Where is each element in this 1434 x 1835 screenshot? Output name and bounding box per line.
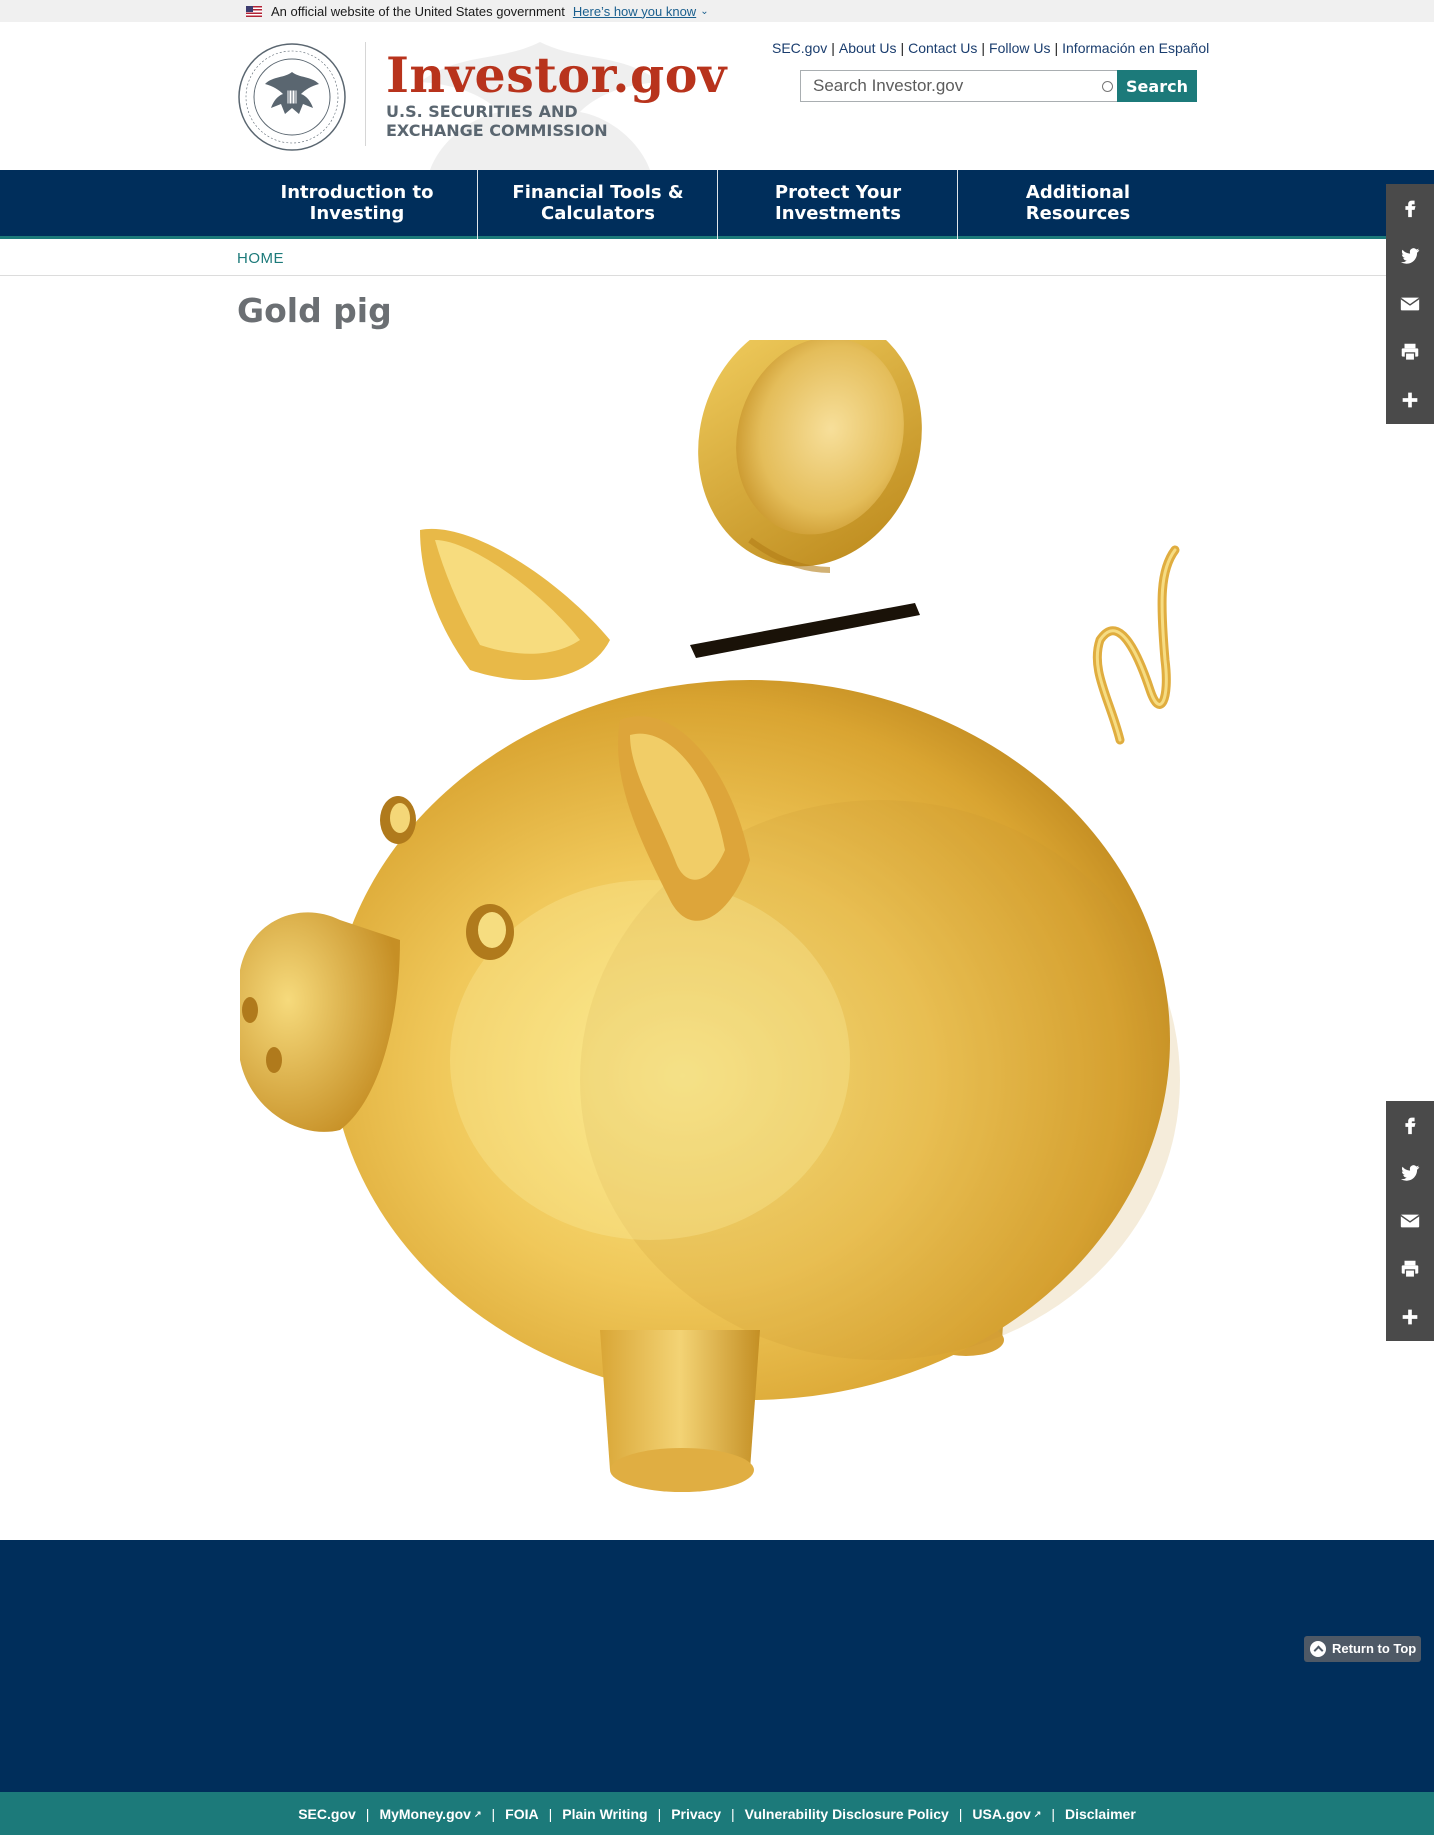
logo-sub-line1: U.S. SECURITIES AND [386,102,578,121]
site-logo-title[interactable]: Investor.gov [386,46,727,104]
facebook-icon[interactable] [1386,184,1434,232]
footer-links: SEC.gov | MyMoney.gov ↗ | FOIA | Plain Wr… [0,1792,1434,1835]
twitter-icon[interactable] [1386,232,1434,280]
plus-icon[interactable] [1386,1293,1434,1341]
footer-link-plain-writing[interactable]: Plain Writing [562,1806,647,1822]
nav-item-additional-resources[interactable]: Additional Resources [958,170,1198,236]
nav-item-protect-your-investments[interactable]: Protect Your Investments [718,170,958,236]
footer-link-disclaimer[interactable]: Disclaimer [1065,1806,1136,1822]
external-link-icon: ↗ [1033,1808,1042,1819]
footer-link-usa-gov[interactable]: USA.gov ↗ [972,1806,1041,1822]
util-link-sec-gov[interactable]: SEC.gov [772,40,827,56]
chevron-down-icon[interactable]: ⌄ [700,6,708,17]
plus-icon[interactable] [1386,376,1434,424]
logo-divider [365,42,366,146]
email-icon[interactable] [1386,1197,1434,1245]
facebook-icon[interactable] [1386,1101,1434,1149]
logo-sub-line2: EXCHANGE COMMISSION [386,121,608,140]
nav-item-financial-tools[interactable]: Financial Tools & Calculators [478,170,718,236]
site-logo-subtitle: U.S. SECURITIES AND EXCHANGE COMMISSION [386,102,608,140]
util-link-about-us[interactable]: About Us [839,40,897,56]
gov-banner: An official website of the United States… [0,0,1434,22]
footer-link-vulnerability-disclosure[interactable]: Vulnerability Disclosure Policy [745,1806,949,1822]
print-icon[interactable] [1386,328,1434,376]
utility-links: SEC.gov | About Us | Contact Us | Follow… [772,40,1210,56]
chevron-up-icon [1310,1641,1326,1657]
page-title: Gold pig [237,291,392,330]
us-flag-icon [246,5,262,17]
util-link-contact-us[interactable]: Contact Us [908,40,977,56]
share-bar-top [1386,184,1434,424]
sec-seal-icon [238,43,346,151]
email-icon[interactable] [1386,280,1434,328]
gold-piggy-bank-image [240,340,1180,1492]
search-button[interactable]: Search [1117,70,1197,102]
share-bar-bottom [1386,1101,1434,1341]
util-link-espanol[interactable]: Información en Español [1062,40,1209,56]
external-link-icon: ↗ [473,1808,482,1819]
footer-link-sec-gov[interactable]: SEC.gov [298,1806,356,1822]
return-to-top-label: Return to Top [1332,1641,1417,1656]
heres-how-you-know-link[interactable]: Here’s how you know [573,4,696,19]
print-icon[interactable] [1386,1245,1434,1293]
return-to-top-button[interactable]: Return to Top [1304,1636,1422,1662]
gov-banner-text: An official website of the United States… [271,3,565,19]
main-nav: Introduction to Investing Financial Tools… [0,170,1434,239]
footer-link-privacy[interactable]: Privacy [671,1806,721,1822]
breadcrumb: HOME [0,239,1386,276]
footer-link-foia[interactable]: FOIA [505,1806,538,1822]
search-box [800,70,1118,102]
breadcrumb-home-link[interactable]: HOME [237,250,284,267]
twitter-icon[interactable] [1386,1149,1434,1197]
nav-item-introduction-to-investing[interactable]: Introduction to Investing [237,170,477,236]
footer-link-mymoney[interactable]: MyMoney.gov ↗ [379,1806,481,1822]
search-input[interactable] [801,71,1101,101]
search-spinner-icon [1102,81,1113,92]
site-footer [0,1540,1434,1792]
site-header: Investor.gov U.S. SECURITIES AND EXCHANG… [0,22,1434,170]
util-link-follow-us[interactable]: Follow Us [989,40,1050,56]
